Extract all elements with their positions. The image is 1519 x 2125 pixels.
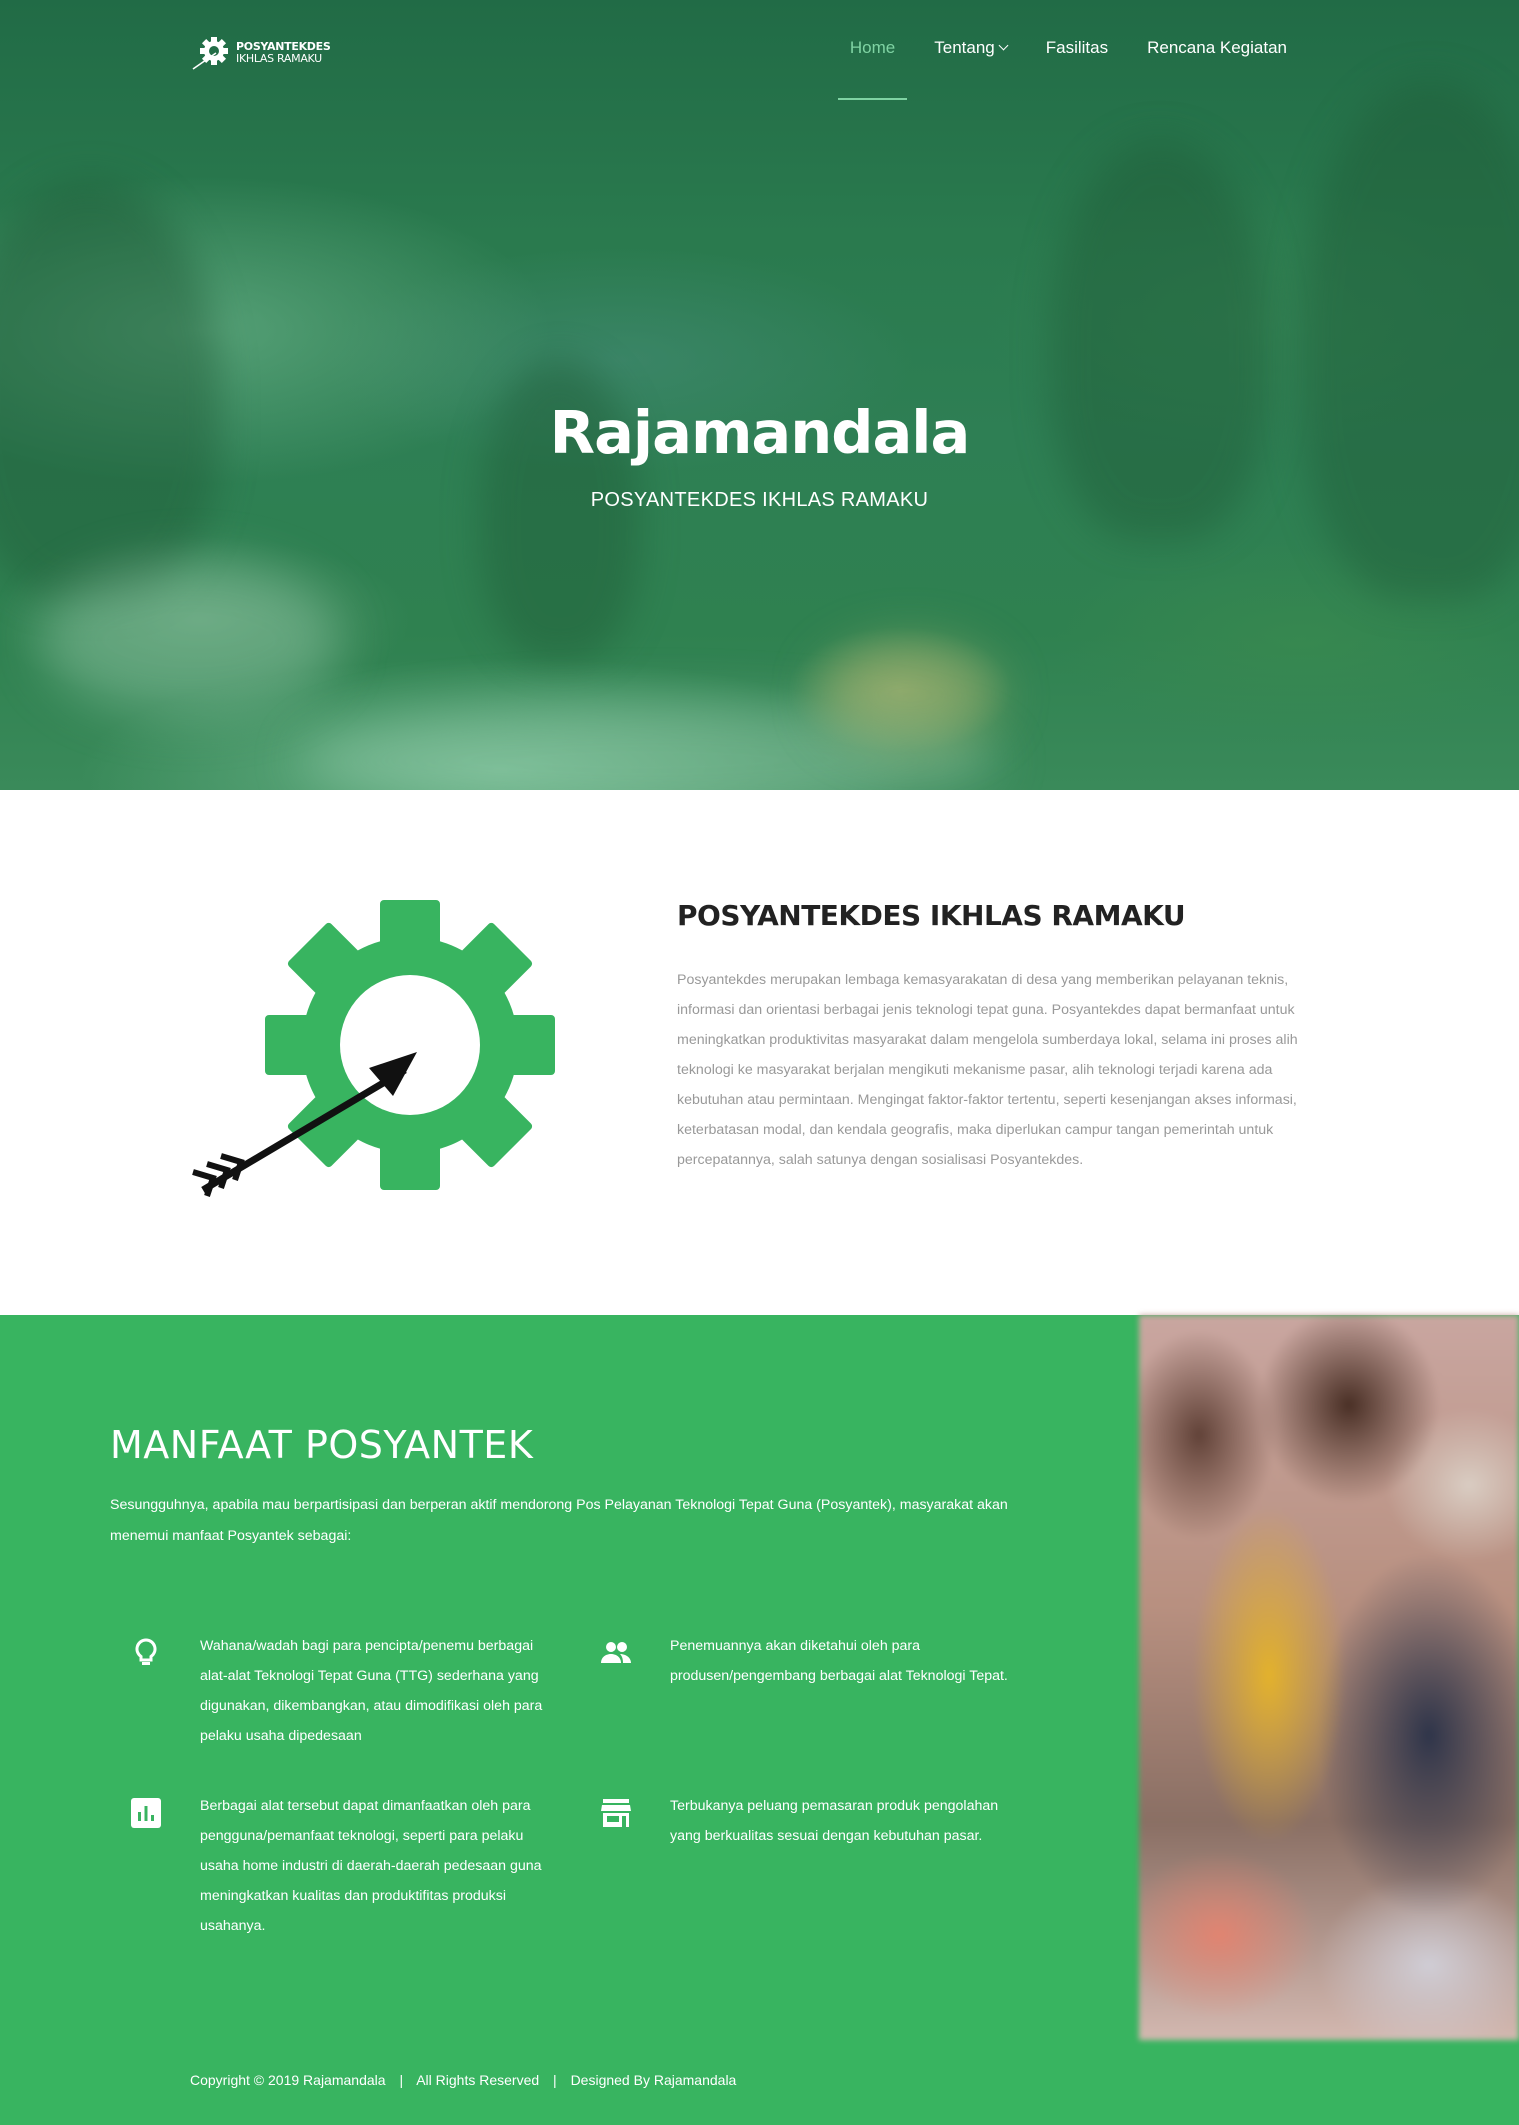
footer-designer-link[interactable]: Rajamandala [654, 2072, 737, 2088]
feature-text: Wahana/wadah bagi para pencipta/penemu b… [200, 1638, 543, 1744]
hero-bg-cabin [820, 640, 1000, 750]
nav-item-tentang-label: Tentang [934, 38, 995, 57]
footer-separator: | [553, 2072, 557, 2088]
gear-arrow-illustration-icon [192, 900, 555, 1197]
hero-banner: Rajamandala POSYANTEKDES IKHLAS RAMAKU [0, 0, 1519, 790]
feature-text: Berbagai alat tersebut dapat dimanfaatka… [200, 1798, 542, 1934]
manfaat-intro: Sesungguhnya, apabila mau berpartisipasi… [110, 1497, 1008, 1544]
manfaat-title: MANFAAT POSYANTEK [110, 1423, 534, 1467]
gear-arrow-logo-icon [192, 37, 228, 70]
hero-bg-tree [1300, 80, 1519, 600]
feature-text: Penemuannya akan diketahui oleh para pro… [670, 1638, 1008, 1684]
nav-item-rencana-kegiatan[interactable]: Rencana Kegiatan [1147, 38, 1287, 58]
footer-separator: | [399, 2072, 404, 2088]
about-description: Posyantekdes merupakan lembaga kemasyara… [677, 972, 1298, 1168]
hero-bg-mist [40, 560, 340, 720]
footer-designed-by: Designed By [570, 2072, 650, 2088]
footer-copyright: Copyright © 2019 [190, 2072, 300, 2088]
logo-text: POSYANTEKDES IKHLAS RAMAKU [236, 41, 331, 65]
footer-rights: All Rights Reserved [416, 2072, 540, 2088]
hero-subtitle: POSYANTEKDES IKHLAS RAMAKU [590, 489, 929, 511]
nav-item-home[interactable]: Home [837, 38, 908, 100]
store-icon [601, 1799, 631, 1827]
main-menu: Home Tentang Fasilitas Rencana Kegiatan [811, 38, 1287, 100]
nav-item-tentang[interactable]: Tentang [934, 38, 1009, 58]
logo-line2: IKHLAS RAMAKU [236, 52, 322, 65]
nav-item-fasilitas[interactable]: Fasilitas [1046, 38, 1108, 58]
feature-text: Terbukanya peluang pemasaran produk peng… [670, 1798, 999, 1844]
footer-brand-link[interactable]: Rajamandala [303, 2072, 386, 2088]
lightbulb-icon [135, 1638, 157, 1665]
people-icon [601, 1642, 631, 1663]
hero-bg-tree [1050, 140, 1270, 540]
people-photo [1139, 1315, 1519, 2040]
about-title: POSYANTEKDES IKHLAS RAMAKU [677, 899, 1186, 932]
hero-title: Rajamandala [549, 398, 971, 467]
site-logo[interactable]: POSYANTEKDES IKHLAS RAMAKU [190, 33, 331, 73]
hero-bg-tree [0, 180, 220, 600]
bar-chart-icon [131, 1798, 161, 1828]
chevron-down-icon [998, 40, 1009, 51]
top-navbar: POSYANTEKDES IKHLAS RAMAKU Home Tentang … [0, 0, 1519, 100]
footer: Copyright © 2019 Rajamandala | All Right… [190, 2072, 736, 2088]
